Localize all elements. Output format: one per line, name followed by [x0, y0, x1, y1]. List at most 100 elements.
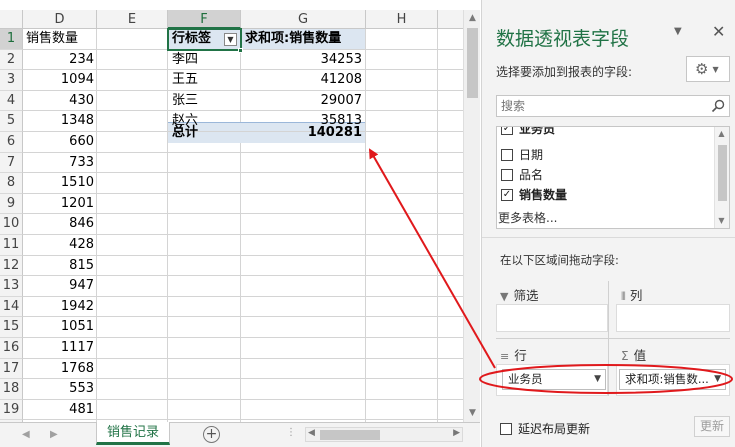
row-header[interactable]: 11 [0, 235, 23, 256]
row-header[interactable]: 10 [0, 214, 23, 235]
next-sheet-icon[interactable]: ▶ [50, 429, 58, 440]
column-header-e[interactable]: E [97, 10, 168, 29]
prev-sheet-icon[interactable]: ◀ [22, 429, 30, 440]
row-header[interactable]: 17 [0, 358, 23, 380]
rows-field-chip[interactable]: 业务员 ▼ [502, 369, 606, 390]
pivot-value-header[interactable]: 求和项:销售数量 [243, 29, 364, 50]
field-item-date[interactable]: 日期 [501, 145, 543, 165]
field-list-scrollbar[interactable]: ▲ ▼ [714, 127, 729, 228]
quantity-cell[interactable]: 947 [24, 276, 96, 297]
row-header[interactable]: 8 [0, 173, 23, 194]
checkbox-icon[interactable] [501, 148, 513, 161]
scroll-right-icon[interactable]: ▶ [453, 428, 460, 438]
column-header-i[interactable] [438, 10, 463, 29]
columns-drop-area[interactable] [616, 304, 730, 332]
row-header[interactable]: 1 [0, 29, 23, 50]
scroll-up-icon[interactable]: ▲ [714, 127, 729, 141]
scroll-down-icon[interactable]: ▼ [464, 405, 481, 422]
filter-drop-area[interactable] [496, 304, 608, 332]
row-header[interactable]: 14 [0, 296, 23, 318]
pivot-total-label[interactable]: 总计 [170, 123, 230, 144]
pivot-row-value[interactable]: 34253 [243, 50, 364, 71]
pivot-row-name[interactable]: 王五 [170, 70, 238, 91]
row-header[interactable]: 19 [0, 399, 23, 421]
scroll-thumb[interactable] [467, 28, 478, 98]
column-header-f[interactable]: F [168, 10, 241, 29]
pivot-row-name[interactable]: 李四 [170, 50, 238, 71]
quantity-cell[interactable]: 428 [24, 235, 96, 256]
column-header-g[interactable]: G [241, 10, 366, 29]
row-header[interactable]: 13 [0, 276, 23, 297]
tools-gear-button[interactable]: ⚙ ▼ [686, 56, 730, 82]
pane-divider [482, 237, 735, 238]
quantity-cell[interactable]: 733 [24, 153, 96, 174]
quantity-cell[interactable]: 1051 [24, 317, 96, 338]
select-all-corner[interactable] [0, 10, 23, 29]
field-item-product[interactable]: 品名 [501, 165, 543, 185]
pivot-row-value[interactable]: 41208 [243, 70, 364, 91]
quantity-cell[interactable]: 1768 [24, 359, 96, 380]
vertical-scrollbar[interactable]: ▲ ▼ [463, 10, 480, 422]
quantity-cell[interactable]: 430 [24, 91, 96, 112]
quantity-cell[interactable]: 1117 [24, 338, 96, 359]
row-header[interactable]: 9 [0, 193, 23, 215]
column-d-header-cell[interactable]: 销售数量 [24, 29, 96, 50]
field-search-box[interactable] [496, 95, 730, 117]
row-header[interactable]: 16 [0, 338, 23, 359]
quantity-cell[interactable]: 846 [24, 214, 96, 235]
scroll-thumb[interactable] [718, 145, 727, 201]
checkbox-checked-icon[interactable]: ✓ [501, 188, 513, 201]
row-header[interactable]: 12 [0, 255, 23, 277]
sheet-tab-sales[interactable]: 销售记录 [96, 422, 170, 445]
add-sheet-icon[interactable]: + [203, 426, 220, 443]
quantity-cell[interactable]: 660 [24, 132, 96, 153]
close-icon[interactable]: ✕ [712, 22, 725, 41]
quantity-cell[interactable]: 1510 [24, 173, 96, 194]
row-header[interactable]: 7 [0, 152, 23, 174]
quantity-cell[interactable]: 1942 [24, 297, 96, 318]
defer-layout-update[interactable]: 延迟布局更新 [500, 420, 590, 437]
row-header[interactable]: 2 [0, 49, 23, 71]
quantity-cell[interactable]: 1201 [24, 194, 96, 215]
pivot-row-value[interactable]: 29007 [243, 91, 364, 112]
scroll-up-icon[interactable]: ▲ [464, 10, 481, 27]
row-header[interactable]: 6 [0, 132, 23, 153]
pivot-row-name[interactable]: 张三 [170, 91, 238, 112]
scroll-left-icon[interactable]: ◀ [308, 428, 315, 438]
sigma-icon: Σ [621, 349, 629, 363]
h-scroll-thumb[interactable] [320, 430, 380, 440]
quantity-cell[interactable]: 481 [24, 400, 96, 421]
horizontal-scrollbar[interactable]: ◀ ▶ [305, 427, 463, 442]
checkbox-checked-icon[interactable]: ✓ [501, 127, 513, 135]
row-header[interactable]: 5 [0, 111, 23, 132]
field-list[interactable]: ✓ 业务员 日期 品名 ✓ 销售数量 更多表格... ▲ ▼ [496, 126, 730, 229]
more-tables-link[interactable]: 更多表格... [498, 209, 557, 226]
update-button[interactable]: 更新 [694, 416, 730, 437]
quantity-cell[interactable]: 815 [24, 256, 96, 277]
field-item-quantity[interactable]: ✓ 销售数量 [501, 185, 567, 205]
checkbox-icon[interactable] [500, 422, 512, 435]
column-header-d[interactable]: D [23, 10, 97, 29]
pane-options-chevron-icon[interactable]: ▼ [674, 26, 682, 37]
quantity-cell[interactable]: 234 [24, 50, 96, 71]
values-field-chip[interactable]: 求和项:销售数... ▼ [619, 369, 726, 390]
row-header[interactable]: 15 [0, 317, 23, 338]
quantity-cell[interactable]: 553 [24, 379, 96, 400]
tab-split-handle-icon[interactable]: ⋮ [286, 427, 296, 438]
search-icon[interactable] [711, 99, 725, 113]
spreadsheet-grid[interactable]: D E F G H 1 销售数量 2 234 3 1094 4 430 5 1348 6 660 7 73… [0, 0, 463, 422]
row-header[interactable]: 18 [0, 379, 23, 400]
field-search-input[interactable] [501, 97, 701, 115]
field-item-salesperson[interactable]: ✓ 业务员 [501, 127, 555, 139]
chevron-down-icon[interactable]: ▼ [594, 370, 601, 389]
row-header[interactable]: 3 [0, 70, 23, 91]
drag-fields-label: 在以下区域间拖动字段: [500, 253, 619, 267]
row-header[interactable]: 4 [0, 90, 23, 112]
column-header-h[interactable]: H [366, 10, 438, 29]
chevron-down-icon[interactable]: ▼ [714, 370, 721, 389]
scroll-down-icon[interactable]: ▼ [714, 214, 729, 228]
checkbox-icon[interactable] [501, 168, 513, 181]
pivot-total-value[interactable]: 140281 [243, 123, 364, 144]
quantity-cell[interactable]: 1094 [24, 70, 96, 91]
quantity-cell[interactable]: 1348 [24, 111, 96, 132]
